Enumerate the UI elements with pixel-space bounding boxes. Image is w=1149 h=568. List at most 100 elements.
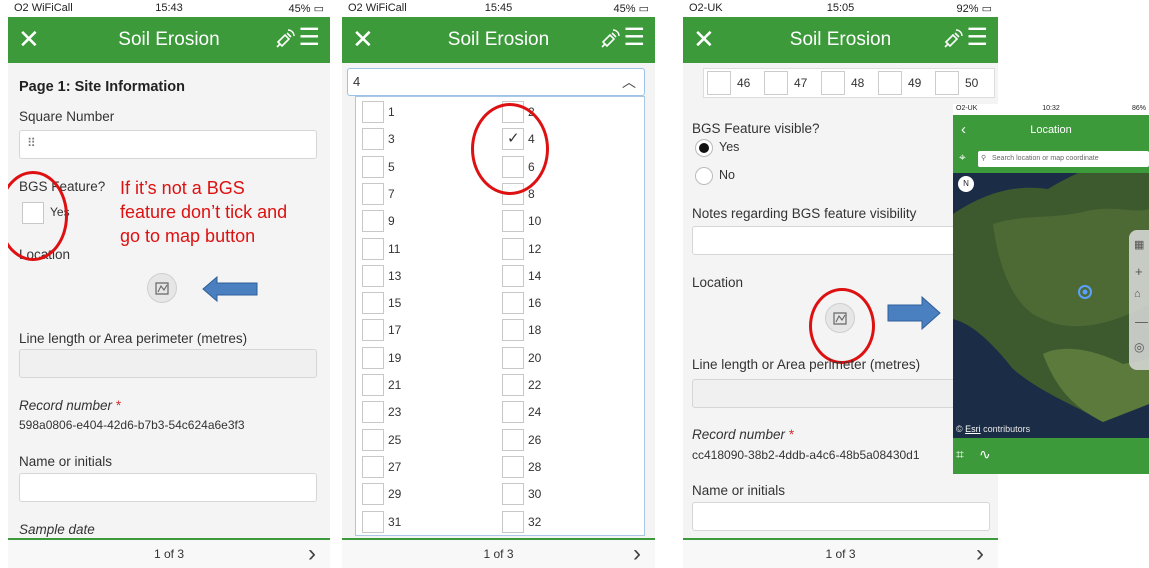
option-checkbox[interactable] (502, 237, 524, 260)
satellite-icon[interactable] (274, 28, 296, 50)
home-icon[interactable]: ⌂ (1134, 288, 1141, 300)
grid-checkbox[interactable] (878, 71, 902, 95)
annotation-text: If it’s not a BGS feature don’t tick and… (120, 176, 330, 248)
option-checkbox[interactable] (362, 264, 384, 287)
option-label: 23 (388, 405, 402, 420)
annotation-line-1: If it’s not a BGS (120, 178, 245, 198)
option-label: 31 (388, 514, 402, 529)
freehand-line-icon[interactable]: ∿ (979, 446, 991, 463)
phone-screen-square-dropdown: O2 WiFiCall 15:45 45% ▭ ✕ Soil Erosion ☰… (342, 0, 655, 568)
clock: 15:45 (484, 2, 513, 14)
grid-checkbox[interactable] (821, 71, 845, 95)
menu-icon[interactable]: ☰ (623, 26, 645, 50)
line-length-label: Line length or Area perimeter (metres) (19, 331, 248, 346)
attribution-contributors: contributors (983, 424, 1031, 434)
menu-icon[interactable]: ☰ (298, 26, 320, 50)
option-checkbox[interactable] (362, 346, 384, 369)
battery-level: 45% ▭ (288, 3, 324, 15)
blue-arrow-left-icon (202, 275, 258, 303)
record-number-text: Record number (692, 427, 786, 442)
grid-checkbox[interactable] (935, 71, 959, 95)
option-checkbox[interactable] (362, 455, 384, 478)
option-checkbox[interactable] (502, 264, 524, 287)
option-checkbox[interactable] (502, 319, 524, 342)
option-checkbox[interactable] (502, 455, 524, 478)
radio-yes[interactable] (695, 139, 713, 157)
map-search-input[interactable]: ⚲ Search location or map coordinate (978, 151, 1149, 167)
required-mark: * (115, 398, 122, 413)
option-checkbox[interactable] (502, 374, 524, 396)
option-checkbox[interactable] (362, 101, 384, 123)
option-label: 5 (388, 159, 395, 174)
option-checkbox[interactable] (502, 210, 524, 233)
option-checkbox[interactable] (362, 428, 384, 451)
record-number-text: Record number (19, 398, 113, 413)
map-button[interactable] (147, 273, 177, 303)
chevron-up-icon[interactable]: ︿ (622, 72, 636, 92)
option-checkbox[interactable] (362, 483, 384, 506)
satellite-icon[interactable] (599, 28, 621, 50)
footer-nav: 1 of 3 › (8, 538, 330, 568)
zoom-out-icon[interactable]: — (1135, 314, 1148, 329)
radio-no-label: No (719, 168, 735, 182)
locate-pin-icon[interactable]: ⌖ (959, 150, 966, 165)
notes-field[interactable] (692, 226, 990, 255)
record-number-label: Record number * (19, 398, 121, 413)
line-length-field[interactable] (692, 379, 990, 408)
status-bar: O2-UK 15:05 92% ▭ (683, 0, 998, 17)
square-number-dropdown[interactable]: 4 ︿ (347, 68, 645, 96)
option-label: 18 (528, 323, 542, 338)
grid-icon[interactable]: ▦ (1134, 238, 1144, 251)
option-label: 10 (528, 214, 542, 229)
name-initials-field[interactable] (692, 502, 990, 531)
option-checkbox[interactable] (502, 483, 524, 506)
next-page-chevron-icon[interactable]: › (308, 540, 316, 568)
next-page-chevron-icon[interactable]: › (976, 540, 984, 568)
zoom-in-icon[interactable]: + (1135, 264, 1143, 279)
option-checkbox[interactable] (502, 401, 524, 424)
gps-icon[interactable]: ◎ (1134, 340, 1144, 354)
square-grid-row: 46 47 48 49 50 (703, 68, 995, 98)
esri-link[interactable]: Esri (965, 424, 981, 434)
next-page-chevron-icon[interactable]: › (633, 540, 641, 568)
status-bar: O2 WiFiCall 15:45 45% ▭ (342, 0, 655, 17)
clock: 15:43 (155, 2, 183, 14)
battery-percent: 45% (613, 3, 636, 15)
option-checkbox[interactable] (502, 510, 524, 533)
radio-no[interactable] (695, 167, 713, 185)
line-length-field[interactable] (19, 349, 317, 378)
option-checkbox[interactable] (362, 510, 384, 533)
bgs-visible-label: BGS Feature visible? (692, 121, 820, 136)
option-label: 16 (528, 296, 542, 311)
battery-percent: 92% (956, 3, 979, 15)
page-indicator: 1 of 3 (153, 547, 185, 561)
option-checkbox[interactable] (362, 155, 384, 178)
map-pin-tool-icon[interactable]: ⌗ (956, 446, 964, 463)
record-number-value: cc418090-38b2-4ddb-a4c6-48b5a08430d1 (692, 448, 920, 462)
option-checkbox[interactable] (362, 182, 384, 205)
page-indicator: 1 of 3 (483, 547, 514, 561)
option-checkbox[interactable] (362, 292, 384, 315)
form-content: Page 1: Site Information Square Number ⠿… (8, 63, 330, 540)
square-number-field[interactable]: ⠿ (19, 130, 317, 159)
grid-checkbox[interactable] (764, 71, 788, 95)
option-checkbox[interactable] (362, 374, 384, 396)
option-checkbox[interactable] (362, 210, 384, 233)
option-checkbox[interactable] (362, 128, 384, 151)
option-checkbox[interactable] (502, 292, 524, 315)
battery-level: 92% ▭ (956, 3, 992, 15)
grid-checkbox[interactable] (707, 71, 731, 95)
name-initials-field[interactable] (19, 473, 317, 502)
option-checkbox[interactable] (362, 401, 384, 424)
keypad-icon: ⠿ (27, 136, 36, 150)
menu-icon[interactable]: ☰ (966, 26, 988, 50)
option-checkbox[interactable] (362, 319, 384, 342)
satellite-icon[interactable] (942, 28, 964, 50)
annotation-circle (471, 103, 549, 195)
north-compass-icon[interactable]: N (958, 176, 974, 192)
option-checkbox[interactable] (362, 237, 384, 260)
option-checkbox[interactable] (502, 428, 524, 451)
option-label: 20 (528, 350, 542, 365)
option-checkbox[interactable] (502, 346, 524, 369)
square-number-label: Square Number (19, 109, 115, 124)
